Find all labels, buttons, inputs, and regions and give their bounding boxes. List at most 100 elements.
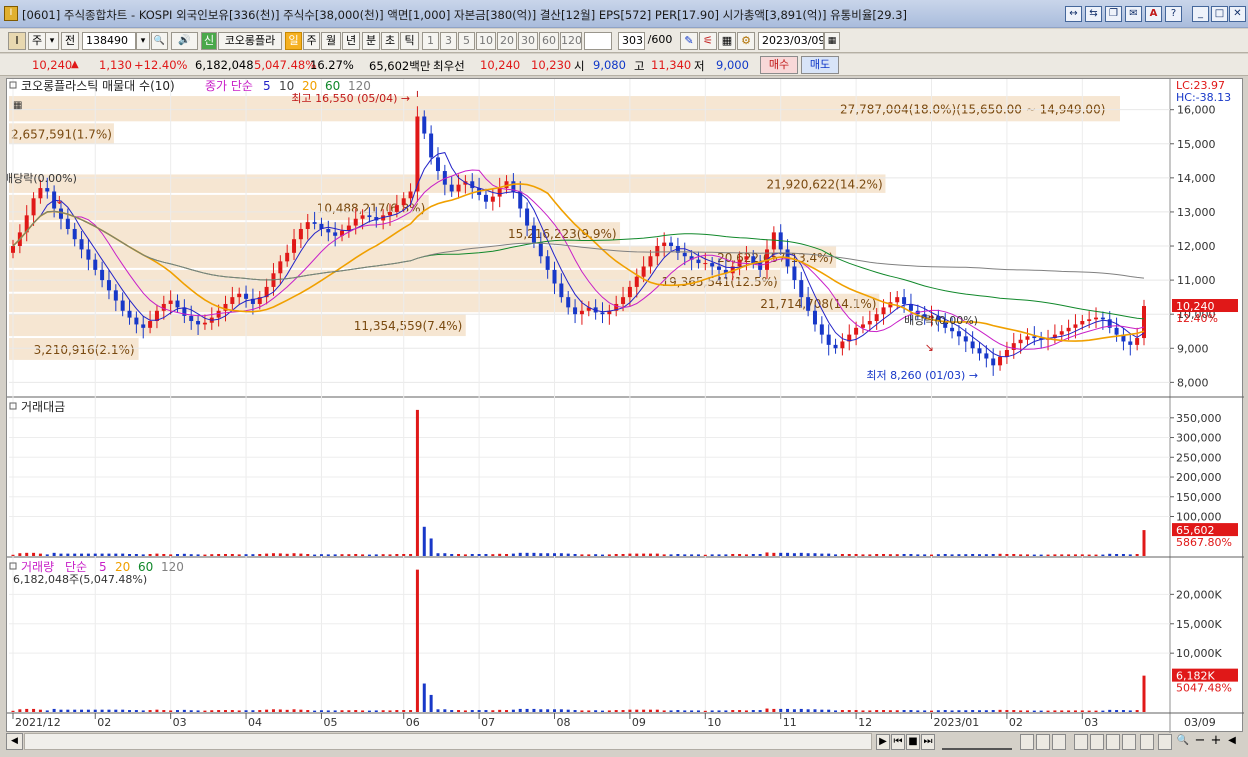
shrink-icon[interactable] xyxy=(1140,734,1154,750)
swap-icon[interactable]: ⇆ xyxy=(1085,6,1102,22)
period-monthly[interactable]: 월 xyxy=(321,32,341,50)
help-button[interactable]: ? xyxy=(1165,6,1182,22)
volume-bar xyxy=(916,710,920,712)
code-dropdown-icon[interactable]: ▾ xyxy=(136,32,150,50)
stock-code-input[interactable]: 138490 xyxy=(82,32,136,50)
volume-bar xyxy=(402,553,406,556)
resize-icon-1[interactable] xyxy=(1090,734,1104,750)
mode-dropdown-icon[interactable]: ▾ xyxy=(45,32,59,50)
volume-legend-ma-60: 60 xyxy=(138,560,153,574)
volume-bar xyxy=(1053,554,1057,556)
period-minute[interactable]: 분 xyxy=(362,32,380,50)
compare-icon[interactable]: ⚟ xyxy=(699,32,717,50)
volume-bar xyxy=(532,552,536,556)
interval-5[interactable]: 5 xyxy=(458,32,475,50)
volume-bar xyxy=(1012,553,1016,556)
volume-bar xyxy=(1032,710,1036,712)
window-titlebar: I [0601] 주식종합차트 - KOSPI 외국인보유[336(천)] 주식… xyxy=(0,0,1248,28)
interval-20[interactable]: 20 xyxy=(497,32,517,50)
toggle-icon-2[interactable] xyxy=(1036,734,1050,750)
resize-icon-2[interactable] xyxy=(1106,734,1120,750)
mail-icon[interactable]: ✉ xyxy=(1125,6,1142,22)
link-icon[interactable]: ↔ xyxy=(1065,6,1082,22)
interval-120[interactable]: 120 xyxy=(560,32,582,50)
interval-1[interactable]: 1 xyxy=(422,32,439,50)
chart-area[interactable]: 27,787,004(18.0%)(15,650.00 ~ 14,949.00)… xyxy=(6,78,1244,733)
candle-body xyxy=(874,314,879,322)
scroll-left-button[interactable]: ◀ xyxy=(6,733,23,750)
buy-button[interactable]: 매수 xyxy=(760,56,798,74)
chart-svg[interactable]: 27,787,004(18.0%)(15,650.00 ~ 14,949.00)… xyxy=(7,79,1244,733)
volume-bar xyxy=(1115,553,1119,556)
calendar-icon[interactable]: ▦ xyxy=(824,32,840,50)
candle-body xyxy=(792,266,797,281)
volume-profile-bar xyxy=(9,293,880,313)
scroll-left-icon[interactable]: ◀ xyxy=(1225,734,1239,750)
draw-tool-icon[interactable]: ✎ xyxy=(680,32,698,50)
volume-bar xyxy=(559,709,563,712)
first-icon[interactable]: ⏮ xyxy=(891,734,905,750)
candle-body xyxy=(984,353,989,359)
interval-10[interactable]: 10 xyxy=(476,32,496,50)
search-icon[interactable]: 🔍 xyxy=(151,32,168,50)
settings-icon[interactable]: ⚙ xyxy=(737,32,755,50)
zoom-out-button[interactable]: − xyxy=(1193,734,1207,750)
interval-60[interactable]: 60 xyxy=(539,32,559,50)
save-icon[interactable]: ▦ xyxy=(718,32,736,50)
y-tick-label: 150,000 xyxy=(1176,491,1222,504)
volume-bar xyxy=(32,708,36,712)
font-icon[interactable]: A xyxy=(1145,6,1162,22)
volume-bar xyxy=(792,709,796,712)
volume-bar xyxy=(998,709,1002,712)
speaker-icon[interactable]: 🔊 xyxy=(171,32,198,50)
close-button[interactable]: ✕ xyxy=(1229,6,1246,22)
last-icon[interactable]: ⏭ xyxy=(921,734,935,750)
stop-icon[interactable]: ■ xyxy=(906,734,920,750)
minimize-button[interactable]: _ xyxy=(1192,6,1209,22)
volume-bar xyxy=(38,709,42,712)
period-weekly[interactable]: 주 xyxy=(303,32,320,50)
play-icon[interactable]: ▶ xyxy=(876,734,890,750)
prev-button[interactable]: 전 xyxy=(61,32,79,50)
volume-bar xyxy=(971,553,975,556)
zoom-in-button[interactable]: + xyxy=(1209,734,1223,750)
menu-icon[interactable]: I xyxy=(8,32,26,50)
date-input[interactable]: 2023/03/09 xyxy=(758,32,824,50)
sell-button[interactable]: 매도 xyxy=(801,56,839,74)
volume-bar xyxy=(107,553,111,556)
volume-bar xyxy=(553,709,557,712)
restore-icon[interactable] xyxy=(1158,734,1172,750)
period-daily[interactable]: 일 xyxy=(285,32,302,50)
toggle-icon-1[interactable] xyxy=(1020,734,1034,750)
candle-body xyxy=(58,208,63,219)
search-icon[interactable]: 🔍 xyxy=(1176,734,1190,750)
period-second[interactable]: 초 xyxy=(381,32,399,50)
candle-body xyxy=(1066,327,1071,332)
period-yearly[interactable]: 년 xyxy=(342,32,360,50)
panel-title: 거래대금 xyxy=(21,400,65,414)
interval-3[interactable]: 3 xyxy=(440,32,457,50)
candle-body xyxy=(956,331,961,337)
volume-bar xyxy=(340,710,344,712)
horizontal-scrollbar[interactable] xyxy=(24,733,872,750)
resize-icon-3[interactable] xyxy=(1122,734,1136,750)
volume-bar xyxy=(230,553,234,556)
copy-window-icon[interactable]: ❐ xyxy=(1105,6,1122,22)
stock-name: 코오롱플라 xyxy=(218,32,282,50)
candle-body xyxy=(573,307,578,315)
mode-select[interactable]: 주 xyxy=(28,32,46,50)
toggle-icon-3[interactable] xyxy=(1052,734,1066,750)
custom-interval-input[interactable] xyxy=(584,32,612,50)
period-tick[interactable]: 틱 xyxy=(400,32,419,50)
y-tick-label: 100,000 xyxy=(1176,511,1222,524)
volume-bar xyxy=(820,553,824,556)
count-input[interactable]: 303 xyxy=(618,32,645,50)
candle-body xyxy=(682,252,687,257)
zoom-slider[interactable] xyxy=(942,734,1012,750)
volume-bar xyxy=(361,554,365,556)
open-price: 9,080 xyxy=(593,58,626,72)
interval-30[interactable]: 30 xyxy=(518,32,538,50)
volume-bar xyxy=(1073,554,1077,556)
crosshair-icon[interactable] xyxy=(1074,734,1088,750)
maximize-button[interactable]: □ xyxy=(1211,6,1228,22)
